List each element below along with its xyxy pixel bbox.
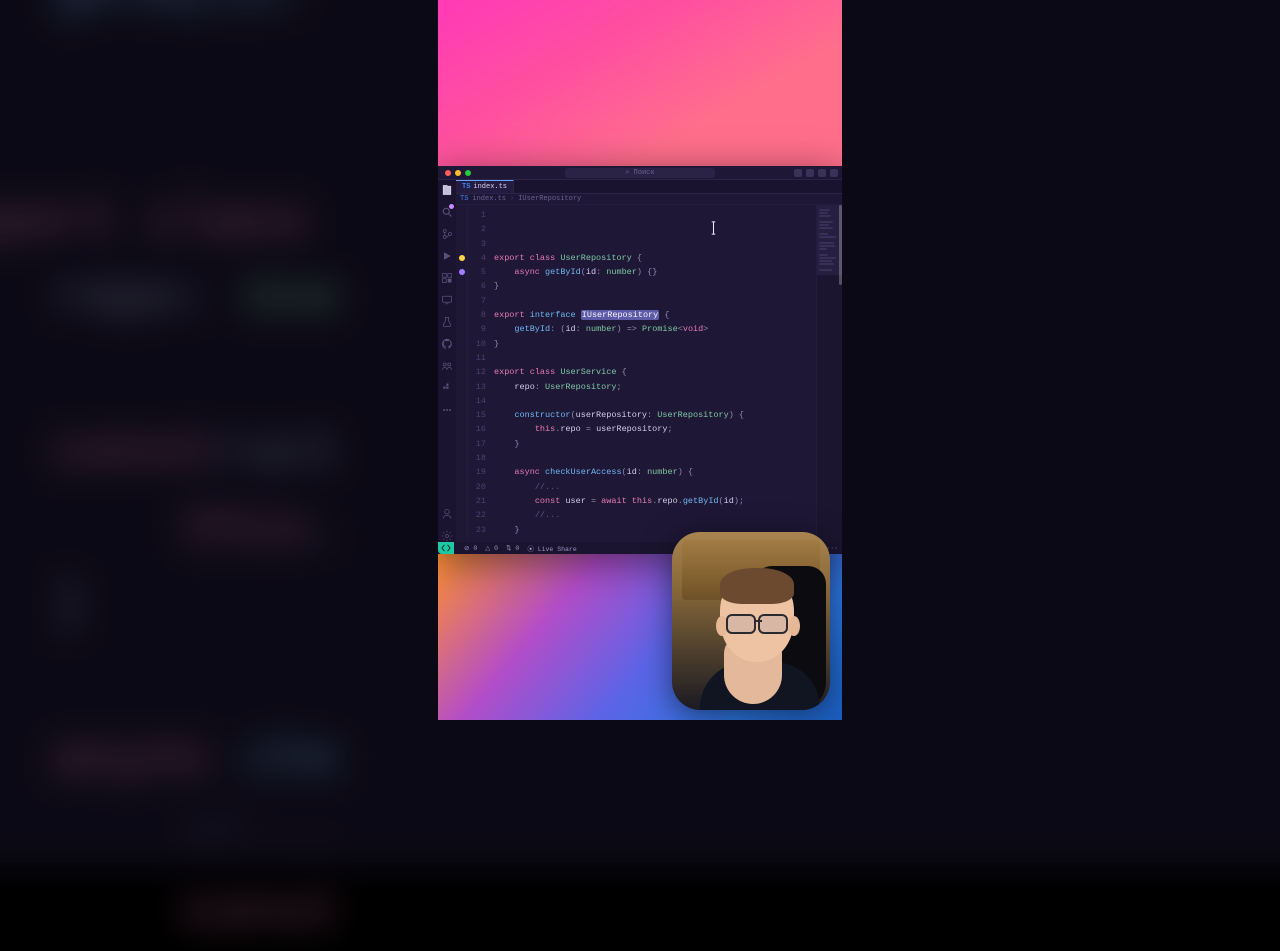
run-debug-icon[interactable] — [441, 250, 453, 262]
code-line[interactable] — [494, 451, 814, 465]
more-icon[interactable] — [441, 404, 453, 416]
tab-bar: TS index.ts — [456, 180, 842, 194]
titlebar-layout-controls[interactable] — [794, 169, 838, 177]
remote-explorer-icon[interactable] — [441, 294, 453, 306]
line-number: 5 — [468, 265, 486, 279]
tab-label: index.ts — [473, 183, 507, 191]
window-traffic-lights[interactable] — [445, 170, 471, 176]
live-share-icon[interactable] — [441, 360, 453, 372]
line-number: 19 — [468, 465, 486, 479]
scrollbar-thumb[interactable] — [839, 205, 842, 285]
code-line[interactable] — [494, 351, 814, 365]
breadcrumb-symbol[interactable]: IUserRepository — [518, 195, 581, 203]
vscode-window: ⌕ Поиск — [438, 166, 842, 554]
text-cursor-icon — [638, 207, 647, 221]
line-number: 1 — [468, 208, 486, 222]
lightbulb-icon[interactable] — [459, 255, 465, 261]
line-number: 22 — [468, 508, 486, 522]
code-line[interactable]: } — [494, 279, 814, 293]
glyph-margin[interactable] — [456, 205, 468, 542]
docker-icon[interactable] — [441, 382, 453, 394]
line-number: 8 — [468, 308, 486, 322]
testing-icon[interactable] — [441, 316, 453, 328]
source-control-icon[interactable] — [441, 228, 453, 240]
layout-icon[interactable] — [818, 169, 826, 177]
code-line[interactable]: } — [494, 337, 814, 351]
video-stage: ⌕ Поиск — [438, 0, 842, 720]
code-line[interactable]: export class UserService { — [494, 365, 814, 379]
maximize-icon[interactable] — [465, 170, 471, 176]
selection-highlight: IUserRepository — [581, 310, 660, 320]
sidebar-toggle-icon[interactable] — [806, 169, 814, 177]
code-line[interactable]: } — [494, 437, 814, 451]
line-number: 15 — [468, 408, 486, 422]
code-line[interactable]: this.repo = userRepository; — [494, 422, 814, 436]
code-line[interactable]: //... — [494, 480, 814, 494]
editor-body: 1234567891011121314151617181920212223 ex… — [456, 205, 842, 542]
chevron-right-icon: › — [510, 195, 514, 203]
editor-group: TS index.ts TS index.ts › IUserRepositor… — [456, 180, 842, 542]
typescript-icon: TS — [462, 183, 470, 191]
status-live-share[interactable]: ⦿ Live Share — [527, 543, 576, 553]
customize-layout-icon[interactable] — [830, 169, 838, 177]
github-icon[interactable] — [441, 338, 453, 350]
minimize-icon[interactable] — [455, 170, 461, 176]
status-ports[interactable]: ⇅ 0 — [506, 544, 519, 552]
editor-actions[interactable] — [818, 180, 842, 193]
line-number: 13 — [468, 380, 486, 394]
line-number-gutter: 1234567891011121314151617181920212223 — [468, 205, 490, 542]
line-number: 20 — [468, 480, 486, 494]
minimap[interactable] — [816, 205, 842, 542]
command-center-search[interactable]: ⌕ Поиск — [565, 168, 715, 178]
code-line[interactable]: export class UserRepository { — [494, 251, 814, 265]
line-number: 11 — [468, 351, 486, 365]
more-actions-icon[interactable] — [830, 183, 838, 191]
status-warnings[interactable]: △ 0 — [485, 544, 498, 552]
code-line[interactable]: async getById(id: number) {} — [494, 265, 814, 279]
code-line[interactable]: export interface IUserRepository { — [494, 308, 814, 322]
presenter-webcam — [672, 532, 830, 710]
close-icon[interactable] — [445, 170, 451, 176]
line-number: 6 — [468, 279, 486, 293]
line-number: 21 — [468, 494, 486, 508]
line-number: 23 — [468, 523, 486, 537]
code-line[interactable]: repo: UserRepository; — [494, 380, 814, 394]
explorer-icon[interactable] — [441, 184, 453, 196]
activity-bar — [438, 180, 456, 542]
settings-gear-icon[interactable] — [441, 530, 453, 542]
extensions-icon[interactable] — [441, 272, 453, 284]
gradient-top — [438, 0, 842, 166]
line-number: 7 — [468, 294, 486, 308]
code-line[interactable] — [494, 294, 814, 308]
line-number: 17 — [468, 437, 486, 451]
code-line[interactable]: constructor(userRepository: UserReposito… — [494, 408, 814, 422]
panel-toggle-icon[interactable] — [794, 169, 802, 177]
code-editor[interactable]: export class UserRepository { async getB… — [490, 205, 816, 542]
line-number: 9 — [468, 322, 486, 336]
source-control-badge — [449, 204, 454, 209]
split-editor-icon[interactable] — [818, 183, 826, 191]
remote-indicator[interactable] — [438, 542, 454, 554]
line-number: 10 — [468, 337, 486, 351]
line-number: 2 — [468, 222, 486, 236]
code-line[interactable]: getById: (id: number) => Promise<void> — [494, 322, 814, 336]
line-number: 18 — [468, 451, 486, 465]
line-number: 16 — [468, 422, 486, 436]
account-icon[interactable] — [441, 508, 453, 520]
breadcrumb-file[interactable]: index.ts — [472, 195, 506, 203]
code-line[interactable]: //... — [494, 508, 814, 522]
typescript-icon: TS — [460, 195, 468, 203]
code-line[interactable]: const user = await this.repo.getById(id)… — [494, 494, 814, 508]
tab-index-ts[interactable]: TS index.ts — [456, 180, 514, 193]
line-number: 3 — [468, 237, 486, 251]
code-line[interactable]: async checkUserAccess(id: number) { — [494, 465, 814, 479]
line-number: 4 — [468, 251, 486, 265]
titlebar: ⌕ Поиск — [438, 166, 842, 180]
line-number: 12 — [468, 365, 486, 379]
breadcrumb[interactable]: TS index.ts › IUserRepository — [456, 194, 842, 205]
status-errors[interactable]: ⊘ 0 — [464, 544, 477, 552]
code-line[interactable] — [494, 394, 814, 408]
line-number: 14 — [468, 394, 486, 408]
breakpoint-icon[interactable] — [459, 269, 465, 275]
